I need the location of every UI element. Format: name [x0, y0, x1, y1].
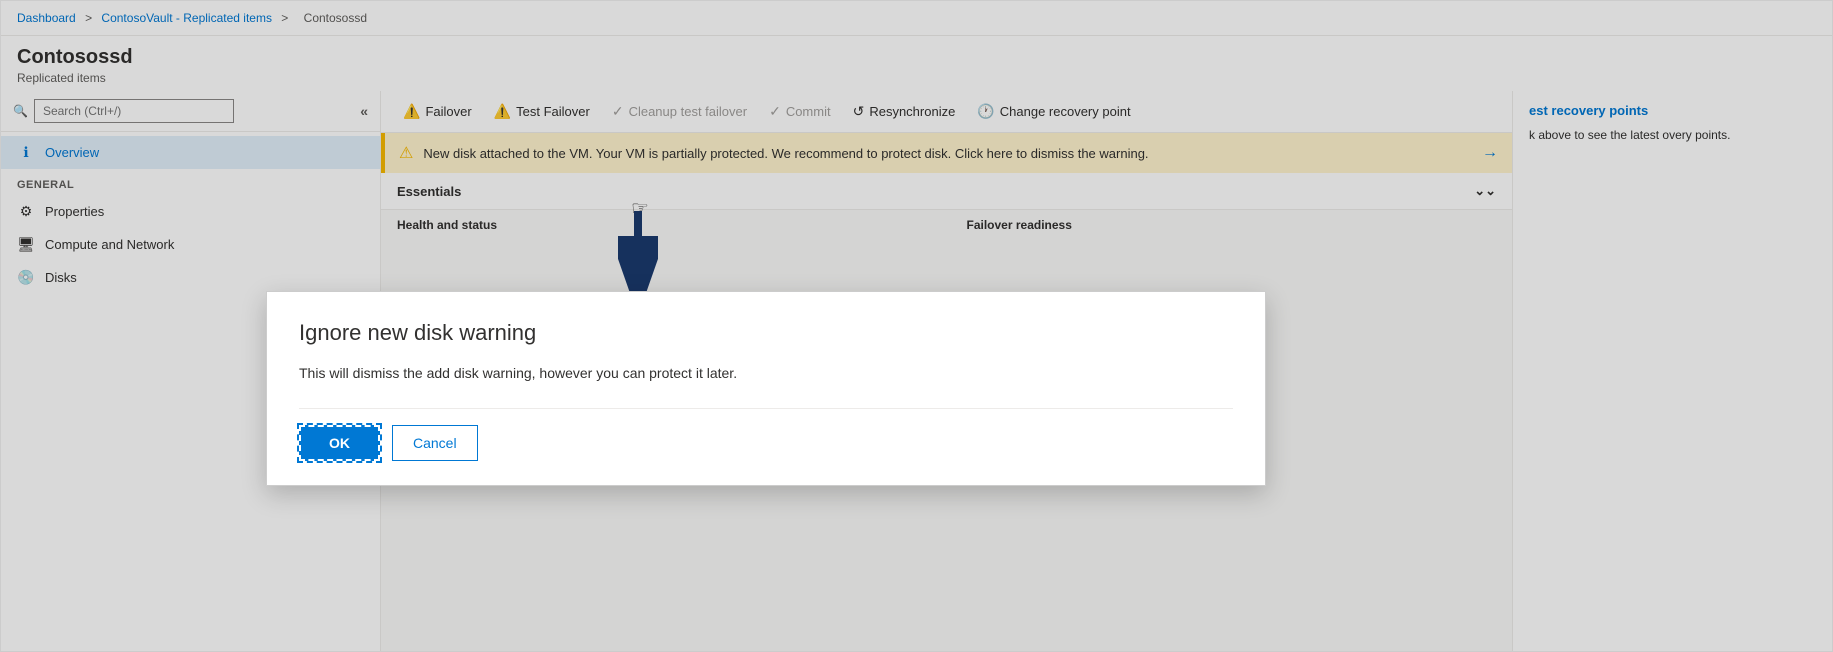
dialog: Ignore new disk warning This will dismis…: [266, 291, 1266, 486]
dialog-footer: OK Cancel: [299, 408, 1233, 461]
dialog-title: Ignore new disk warning: [299, 320, 1233, 346]
dialog-body: This will dismiss the add disk warning, …: [299, 362, 1233, 384]
page-wrapper: Dashboard > ContosoVault - Replicated it…: [0, 0, 1833, 652]
dialog-cancel-button[interactable]: Cancel: [392, 425, 478, 461]
dialog-ok-button[interactable]: OK: [299, 425, 380, 461]
